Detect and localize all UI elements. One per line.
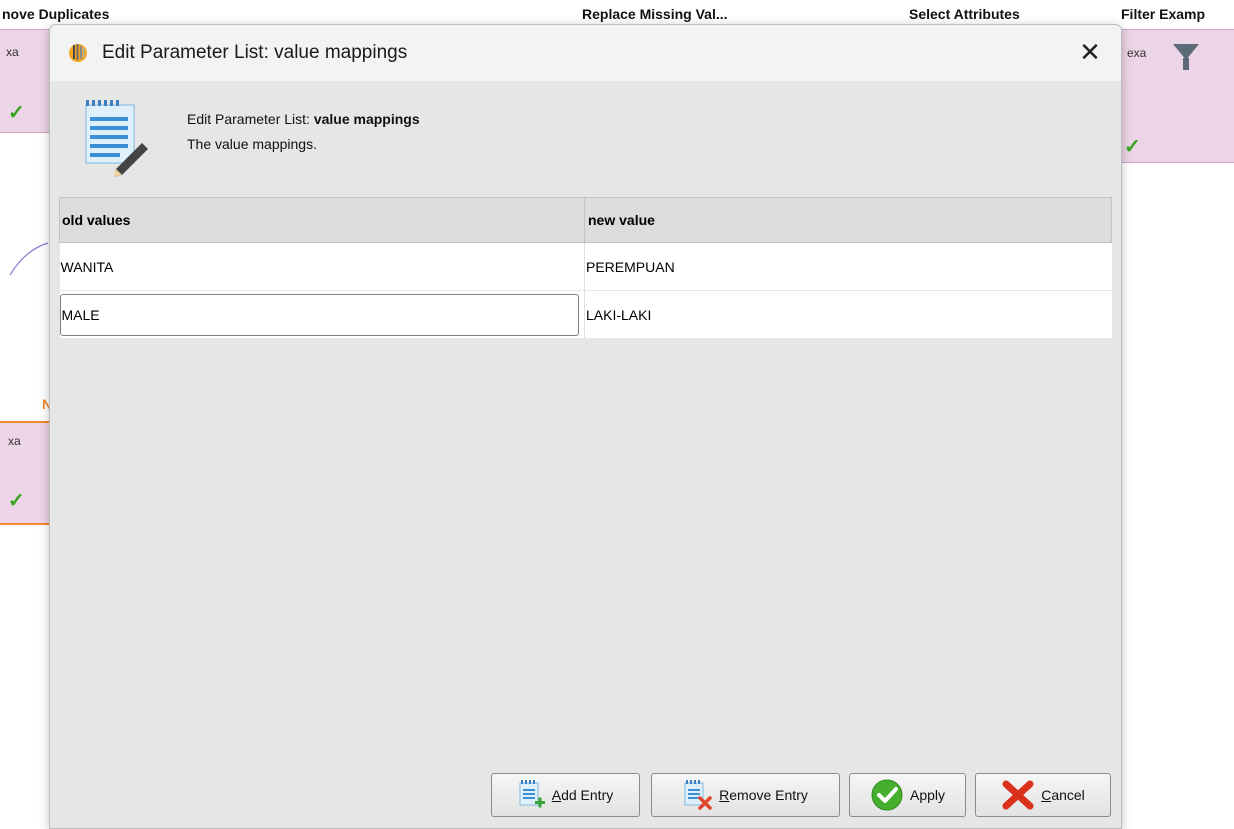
add-entry-mnemonic: A <box>551 787 562 803</box>
port-label: xa <box>6 45 19 59</box>
dialog-title: Edit Parameter List: value mappings <box>102 42 408 63</box>
dialog-titlebar[interactable]: Edit Parameter List: value mappings ✕ <box>50 25 1121 81</box>
port-label: exa <box>1127 46 1147 60</box>
cancel-mnemonic: C <box>1041 787 1052 803</box>
remove-entry-button[interactable]: Remove Entry <box>651 773 840 817</box>
header-title: Edit Parameter List: value mappings <box>187 111 420 127</box>
remove-entry-icon <box>684 780 712 810</box>
close-icon[interactable]: ✕ <box>1073 35 1107 69</box>
checkmark-icon: ✓ <box>1124 136 1141 158</box>
table-row[interactable]: WANITA PEREMPUAN <box>59 242 1112 291</box>
edit-list-icon <box>85 100 148 177</box>
add-entry-icon <box>519 780 545 808</box>
table-cell-old-value[interactable]: MALE <box>59 290 585 339</box>
add-entry-label: Add Entry <box>552 787 613 803</box>
operator-title-replace-missing[interactable]: Replace Missing Val... <box>582 6 728 22</box>
header-title-prefix: Edit Parameter List: <box>187 111 314 127</box>
remove-entry-label: Remove Entry <box>719 787 808 803</box>
cell-editor-input[interactable]: MALE <box>59 293 579 336</box>
table-cell-old-value[interactable]: WANITA <box>59 242 585 291</box>
add-entry-text: dd Entry <box>561 787 614 803</box>
apply-button[interactable]: Apply <box>849 773 966 817</box>
operator-title-remove-duplicates[interactable]: nove Duplicates <box>2 6 109 22</box>
apply-label: Apply <box>909 787 946 803</box>
header-title-param: value mappings <box>313 111 420 127</box>
port-label: xa <box>8 434 21 448</box>
operator-title-select-attributes[interactable]: Select Attributes <box>909 6 1020 22</box>
apply-check-icon <box>871 779 903 811</box>
cancel-text: ancel <box>1051 787 1085 803</box>
cancel-button[interactable]: Cancel <box>975 773 1111 817</box>
table-cell-new-value[interactable]: PEREMPUAN <box>584 242 1112 291</box>
edit-parameter-list-dialog: Edit Parameter List: value mappings ✕ Ed… <box>49 24 1122 829</box>
column-header-new-value[interactable]: new value <box>584 197 1112 243</box>
column-header-old-values[interactable]: old values <box>59 197 585 243</box>
remove-entry-text: emove Entry <box>729 787 808 803</box>
app-logo-icon <box>69 44 87 62</box>
checkmark-icon: ✓ <box>8 102 25 124</box>
filter-funnel-stem <box>1183 58 1189 70</box>
header-description: The value mappings. <box>187 136 317 152</box>
checkmark-icon: ✓ <box>8 490 25 512</box>
add-entry-button[interactable]: Add Entry <box>491 773 640 817</box>
cancel-x-icon <box>1002 780 1034 810</box>
table-row[interactable]: MALE LAKI-LAKI <box>59 290 1112 339</box>
cancel-label: Cancel <box>1041 787 1085 803</box>
value-mappings-table: old values new value WANITA PEREMPUAN MA… <box>59 197 1112 339</box>
operator-title-filter-examples[interactable]: Filter Examp <box>1121 6 1205 22</box>
remove-entry-mnemonic: R <box>719 787 730 803</box>
table-cell-new-value[interactable]: LAKI-LAKI <box>584 290 1112 339</box>
connection-line <box>9 242 49 276</box>
